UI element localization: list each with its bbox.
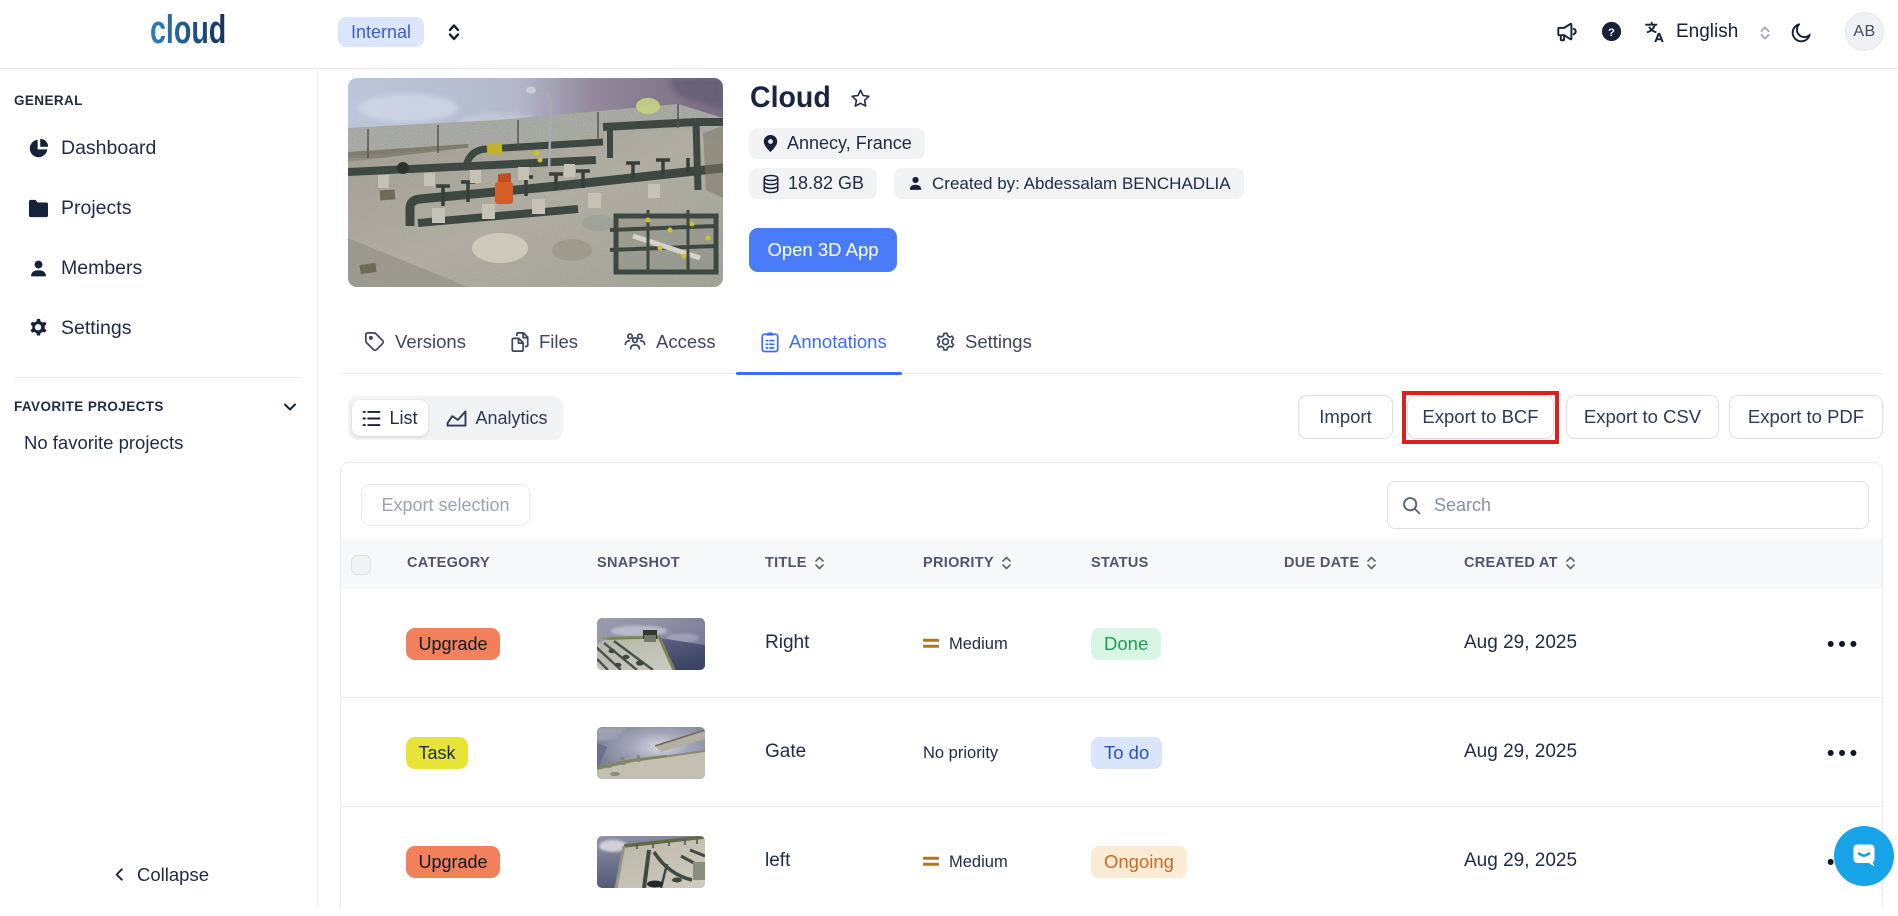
svg-text:?: ? — [1608, 27, 1615, 39]
